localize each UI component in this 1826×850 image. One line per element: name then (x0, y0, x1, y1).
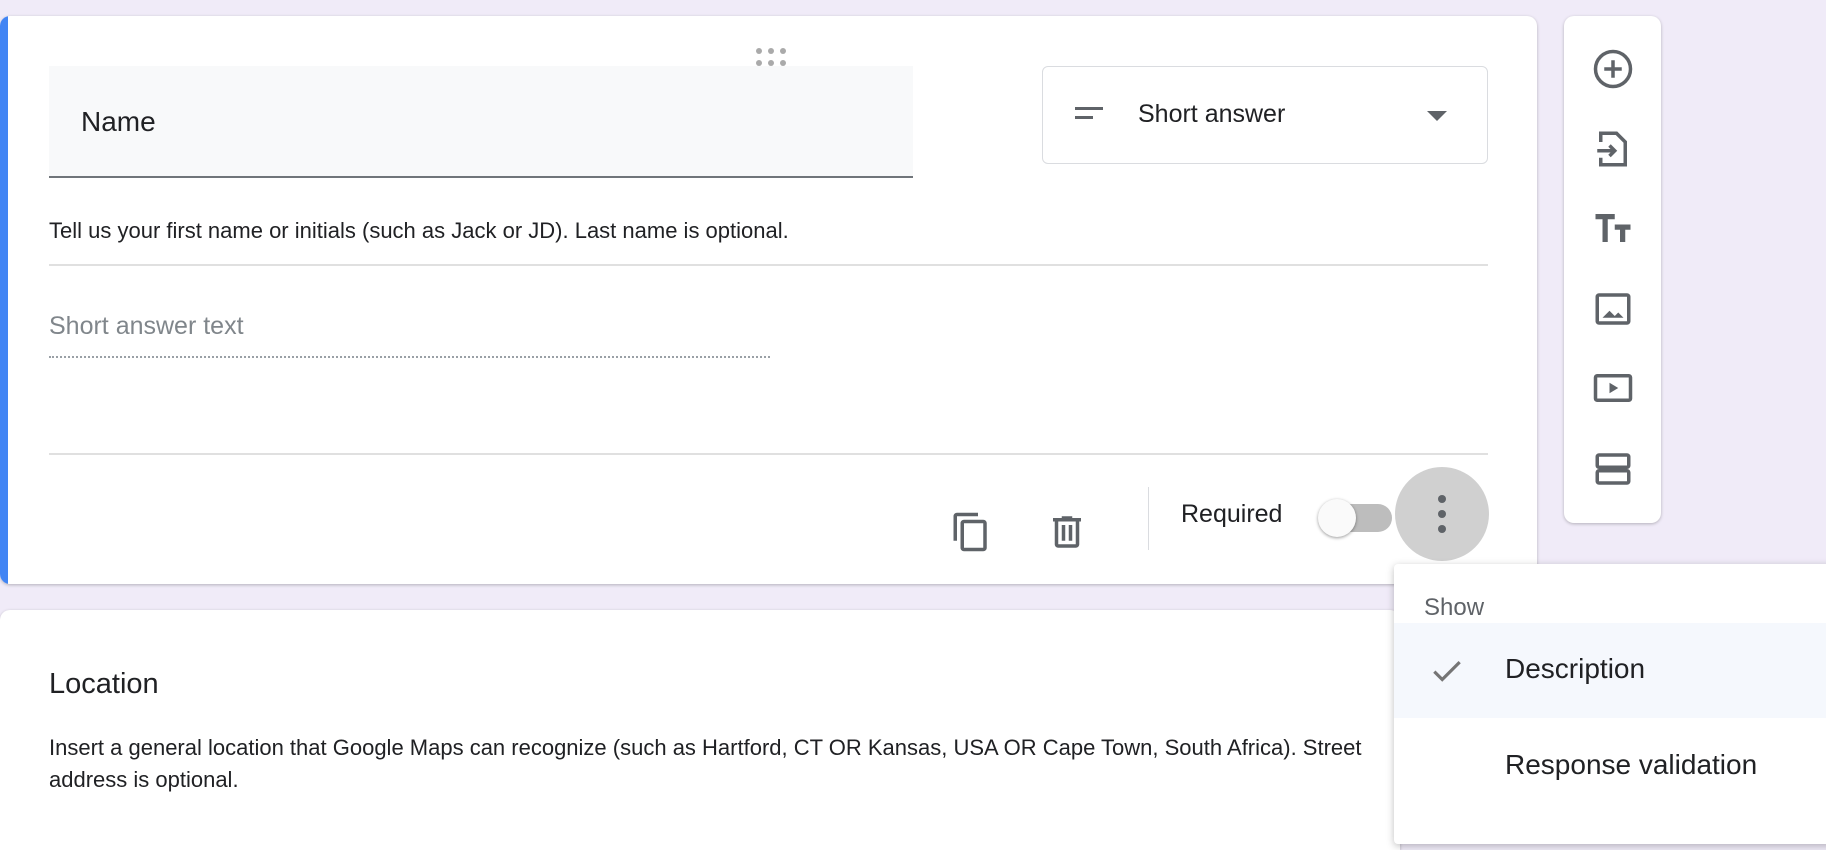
add-title-icon[interactable] (1592, 207, 1634, 249)
import-questions-icon[interactable] (1592, 128, 1634, 170)
duplicate-icon[interactable] (950, 510, 992, 554)
required-label: Required (1181, 500, 1283, 528)
add-video-icon[interactable] (1592, 367, 1634, 409)
menu-item-label: Response validation (1505, 749, 1758, 780)
side-toolbar (1564, 16, 1661, 523)
more-options-menu: Show Description Response validation (1394, 564, 1826, 844)
drag-handle-icon[interactable] (756, 48, 786, 66)
add-section-icon[interactable] (1592, 448, 1634, 490)
menu-item-description[interactable]: Description (1394, 623, 1826, 718)
more-options-button[interactable] (1395, 467, 1489, 561)
add-question-icon[interactable] (1592, 48, 1634, 90)
divider (49, 264, 1488, 266)
menu-header: Show (1424, 594, 1485, 621)
divider (49, 453, 1488, 455)
add-image-icon[interactable] (1592, 288, 1634, 330)
trash-icon[interactable] (1046, 510, 1088, 554)
check-icon (1433, 660, 1461, 682)
required-toggle-knob[interactable] (1318, 499, 1356, 537)
short-answer-icon (1075, 107, 1103, 125)
question-type-label: Short answer (1138, 100, 1286, 128)
question-title-input[interactable]: Name (49, 66, 913, 178)
question-card[interactable]: Location Insert a general location that … (0, 610, 1400, 850)
menu-item-label: Description (1505, 653, 1646, 684)
question-title: Name (81, 106, 156, 137)
answer-underline (49, 356, 770, 358)
chevron-down-icon (1427, 111, 1447, 121)
question-type-dropdown[interactable]: Short answer (1042, 66, 1488, 164)
question-description: Insert a general location that Google Ma… (49, 735, 1362, 792)
answer-placeholder: Short answer text (49, 312, 244, 340)
menu-item-response-validation[interactable]: Response validation (1394, 719, 1826, 814)
divider (1148, 487, 1149, 550)
active-indicator (0, 16, 8, 584)
question-description[interactable]: Tell us your first name or initials (suc… (49, 218, 789, 244)
question-title: Location (49, 668, 159, 700)
question-card: Name Short answer Tell us your first nam… (0, 16, 1537, 584)
